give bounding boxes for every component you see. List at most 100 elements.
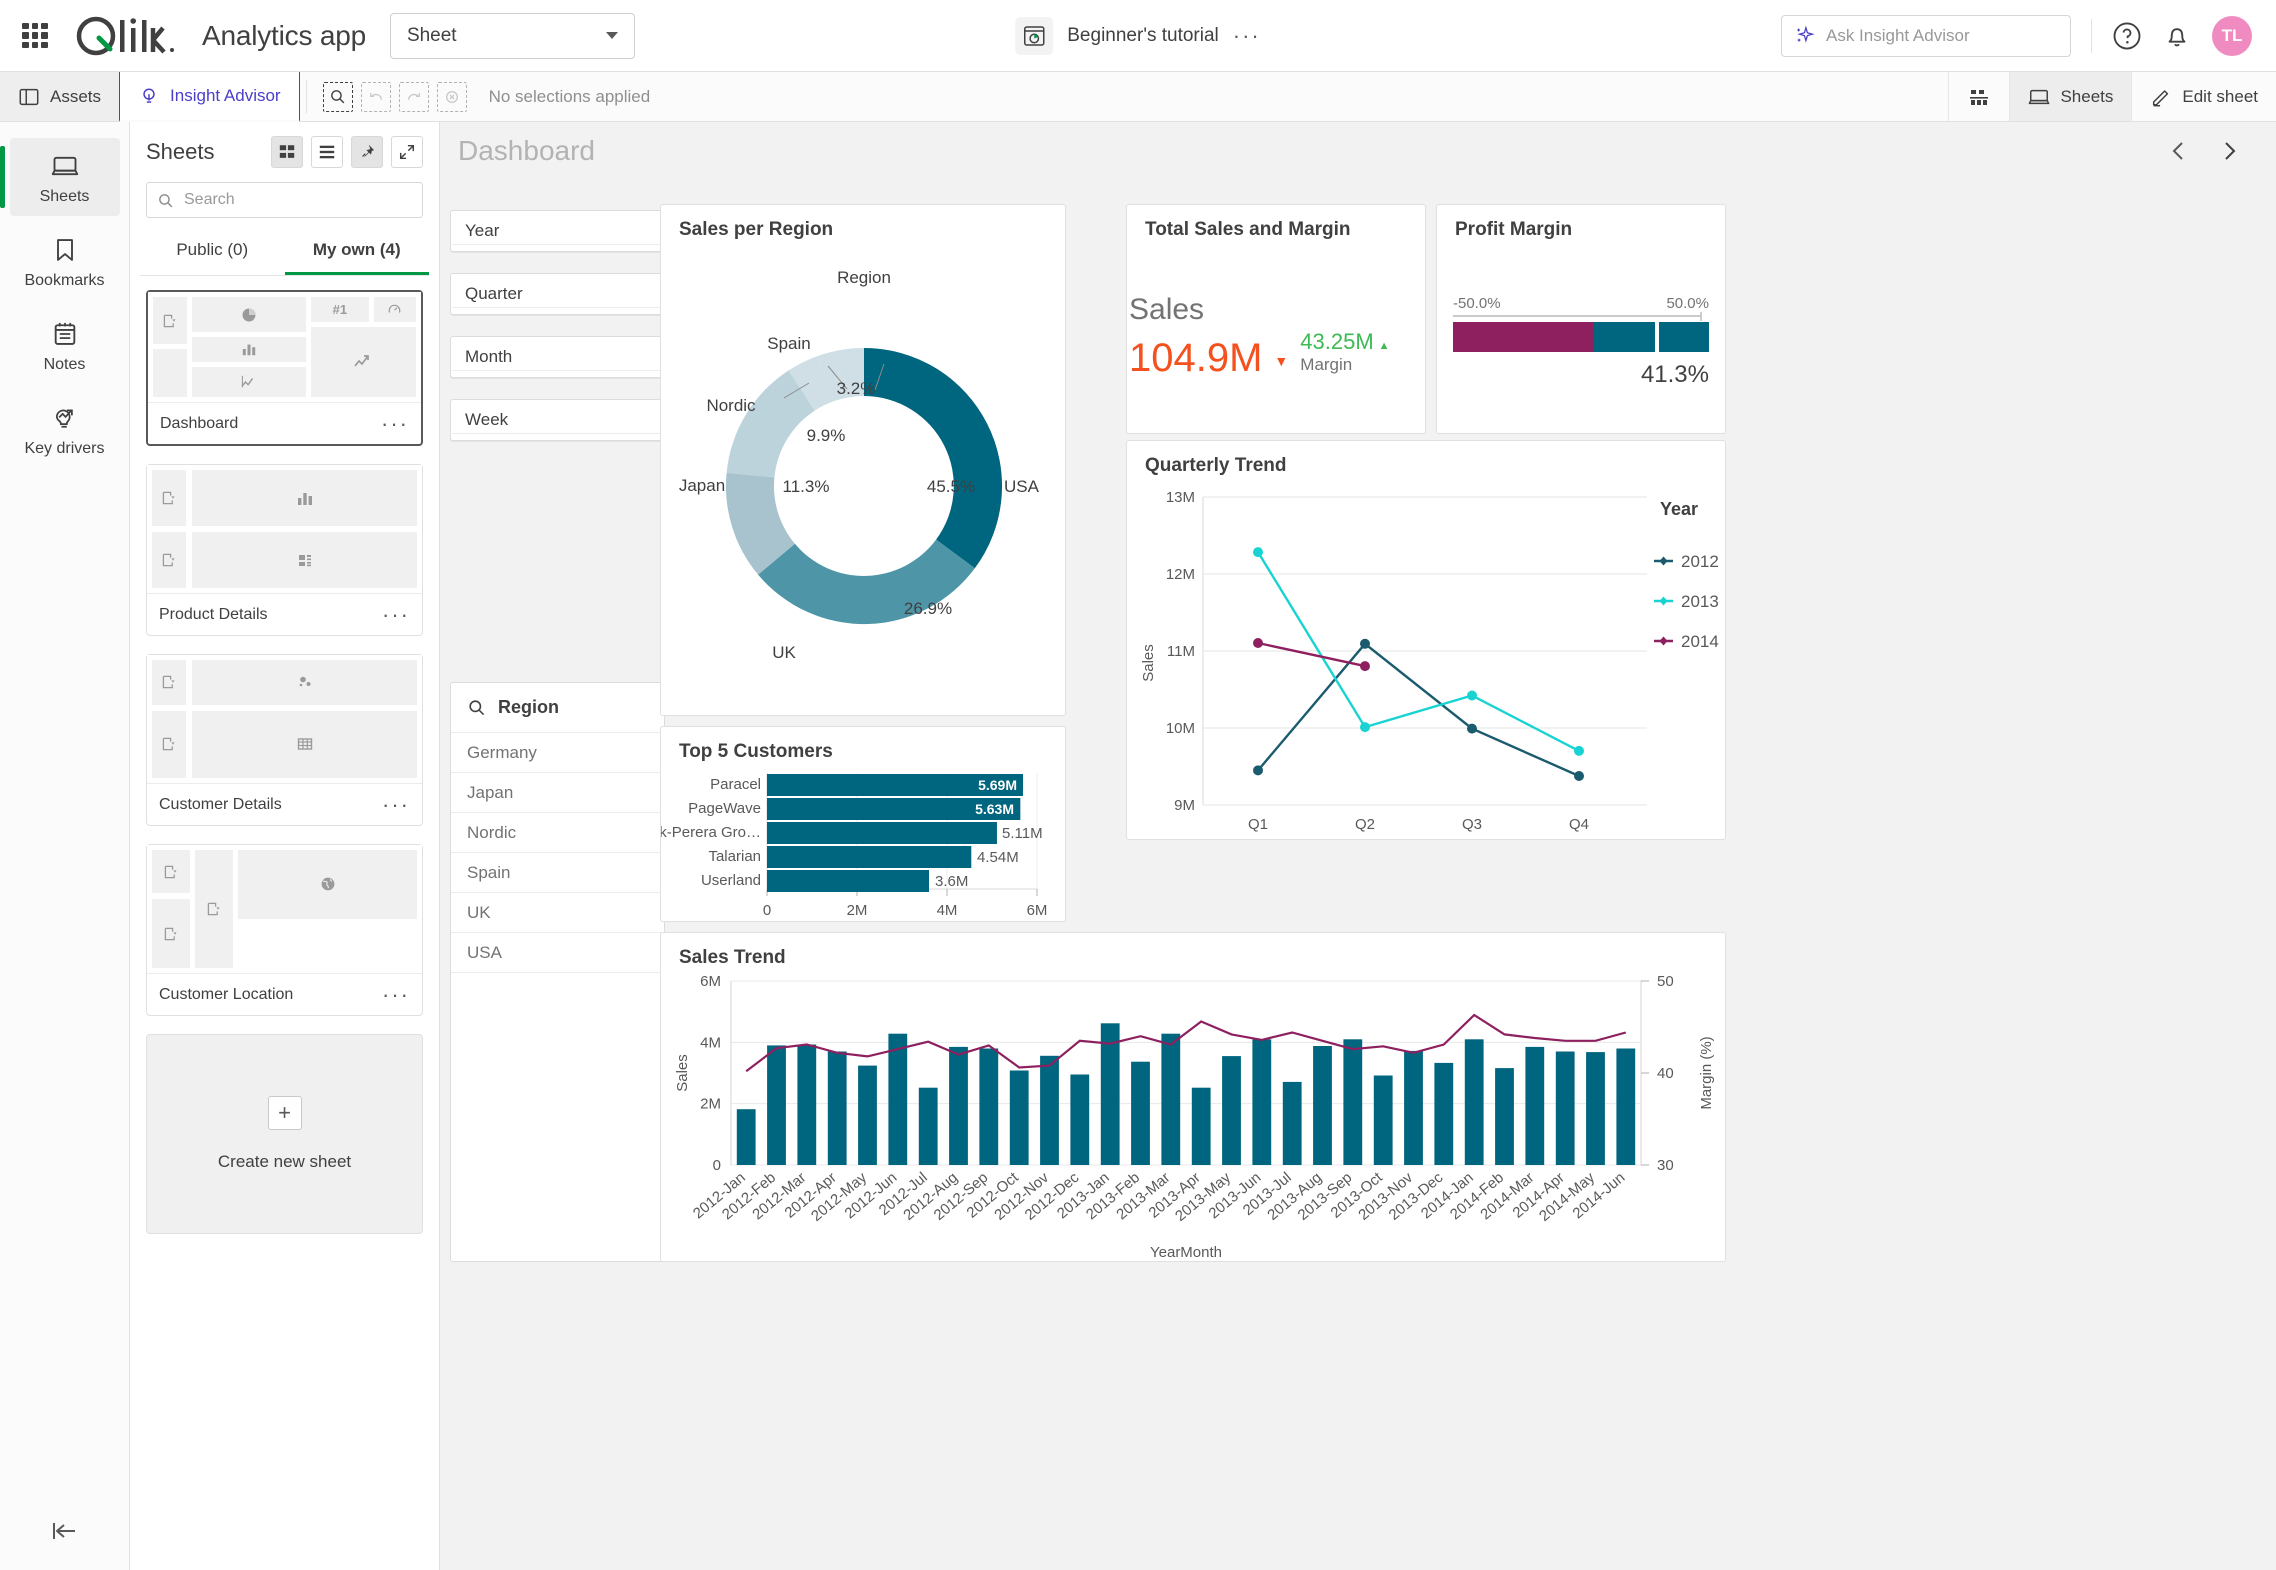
assets-button[interactable]: Assets	[0, 72, 120, 121]
series-point-2012[interactable]	[1360, 638, 1370, 649]
bar[interactable]	[1464, 1039, 1484, 1165]
legend-item-2013[interactable]: 2013	[1654, 592, 1719, 611]
app-grid-icon[interactable]	[22, 22, 48, 49]
sheet-card-customer-location[interactable]: Customer Location ···	[146, 844, 423, 1016]
series-point-2014[interactable]	[1360, 661, 1370, 672]
series-line-2014[interactable]	[1257, 641, 1366, 668]
help-icon[interactable]	[2112, 21, 2142, 51]
insight-advisor-tab[interactable]: Insight Advisor	[119, 71, 300, 122]
chart-top-5-customers[interactable]: Top 5 Customers Paracel 5.69M PageWave 5…	[632, 726, 1067, 923]
bar[interactable]	[827, 1051, 847, 1166]
sheet-card-product-details[interactable]: Product Details ···	[146, 464, 423, 636]
filter-pane-region[interactable]: Region Germany Japan Nordic Spain UK USA	[450, 682, 665, 1262]
bar[interactable]	[1222, 1056, 1241, 1165]
bar-chart-top-customers[interactable]: Paracel 5.69M PageWave 5.63M Deak-Perera…	[632, 763, 1067, 923]
bar[interactable]	[1009, 1070, 1029, 1166]
series-point-2013[interactable]	[1360, 722, 1370, 733]
sheets-button[interactable]: Sheets	[2009, 72, 2132, 121]
series-point-2012[interactable]	[1467, 723, 1477, 734]
bar[interactable]	[979, 1048, 999, 1166]
bar[interactable]	[1434, 1062, 1454, 1165]
kpi-profit-margin[interactable]: Profit Margin -50.0% 50.0% 41.3%	[1436, 204, 1726, 434]
sheet-card-menu[interactable]: ···	[382, 793, 410, 815]
line-chart-quarterly[interactable]: 9M 10M 11M 12M 13M Sales Q1 Q2 Q3 Q4 Yea…	[1127, 477, 1727, 837]
edit-sheet-button[interactable]: Edit sheet	[2131, 72, 2276, 121]
bar[interactable]	[767, 1045, 786, 1165]
bar[interactable]	[888, 1033, 908, 1165]
bar[interactable]	[949, 1046, 968, 1165]
series-point-2013[interactable]	[1467, 690, 1477, 701]
search-icon[interactable]	[467, 698, 486, 717]
margin-line[interactable]	[745, 1013, 1627, 1073]
document-menu-button[interactable]: ···	[1233, 24, 1261, 46]
list-view-button[interactable]	[311, 136, 343, 168]
series-point-2013[interactable]	[1253, 547, 1263, 558]
sidebar-item-notes[interactable]: Notes	[10, 306, 120, 384]
bar[interactable]	[1161, 1033, 1181, 1165]
collapse-panel-icon[interactable]	[51, 1519, 79, 1548]
combo-chart-sales-trend[interactable]: 02M4M6M3040502012-Jan2012-Feb2012-Mar201…	[661, 969, 1727, 1265]
filter-pane-week[interactable]: Week	[450, 399, 665, 441]
tab-my-own[interactable]: My own (4)	[284, 228, 429, 275]
chart-sales-trend[interactable]: Sales Trend 0 2M 4M 6M 30 40 50 2012-Jan 2012-Fe…	[660, 932, 1726, 1262]
bar[interactable]	[1313, 1046, 1332, 1165]
list-item[interactable]: Germany	[451, 732, 664, 772]
bar[interactable]	[1555, 1051, 1575, 1166]
legend-item-2012[interactable]: 2012	[1654, 552, 1719, 571]
sheets-search-input[interactable]: Search	[146, 182, 423, 218]
expand-panel-button[interactable]	[391, 136, 423, 168]
chart-quarterly-trend[interactable]: Quarterly Trend 9M 10M 11M 12M 13M Sales…	[1126, 440, 1726, 840]
kpi-total-sales-and-margin[interactable]: Total Sales and Margin Sales 104.9M ▼ 43…	[1126, 204, 1426, 434]
series-point-2013[interactable]	[1574, 745, 1584, 756]
sidebar-item-bookmarks[interactable]: Bookmarks	[10, 222, 120, 300]
filter-pane-quarter[interactable]: Quarter	[450, 273, 665, 315]
bar[interactable]	[767, 870, 929, 892]
next-sheet-icon[interactable]	[2218, 139, 2240, 163]
bar[interactable]	[1131, 1061, 1150, 1165]
grid-view-button[interactable]	[271, 136, 303, 168]
sheet-card-menu[interactable]: ···	[381, 412, 409, 434]
previous-sheet-icon[interactable]	[2168, 139, 2190, 163]
create-new-sheet-button[interactable]: + Create new sheet	[146, 1034, 423, 1234]
sheet-card-customer-details[interactable]: Customer Details ···	[146, 654, 423, 826]
selections-search-icon[interactable]	[322, 81, 353, 112]
bar[interactable]	[1070, 1074, 1090, 1166]
chart-sales-per-region[interactable]: Sales per Region Region 26.9% 45.5% 11.3…	[660, 204, 1066, 716]
bar[interactable]	[1586, 1052, 1605, 1165]
bar[interactable]	[1495, 1068, 1514, 1165]
pin-panel-button[interactable]	[351, 136, 383, 168]
ask-insight-advisor-input[interactable]: Ask Insight Advisor	[1781, 14, 2071, 57]
sheet-card-dashboard[interactable]: #1 Dashboard ···	[146, 290, 423, 446]
sheet-mode-selector[interactable]: Sheet	[389, 12, 635, 59]
series-point-2012[interactable]	[1574, 771, 1584, 781]
bar[interactable]	[797, 1044, 817, 1166]
bar[interactable]	[1525, 1046, 1545, 1165]
sidebar-item-sheets[interactable]: Sheets	[0, 138, 120, 216]
donut-slice-usa[interactable]	[864, 348, 1003, 569]
sheet-overview-button[interactable]	[1948, 72, 2009, 121]
sheet-card-menu[interactable]: ···	[382, 603, 410, 625]
list-item[interactable]: Spain	[451, 852, 664, 892]
bar[interactable]	[1616, 1048, 1636, 1166]
bar[interactable]	[1252, 1039, 1272, 1165]
list-item[interactable]: Japan	[451, 772, 664, 812]
user-avatar[interactable]: TL	[2212, 15, 2252, 56]
list-item[interactable]: USA	[451, 932, 664, 972]
bar[interactable]	[1040, 1055, 1059, 1165]
filter-pane-year[interactable]: Year	[450, 210, 665, 252]
series-point-2012[interactable]	[1253, 765, 1263, 776]
notifications-icon[interactable]	[2162, 21, 2192, 51]
bar[interactable]	[1373, 1075, 1393, 1166]
series-line-2012[interactable]	[1257, 642, 1580, 778]
bar[interactable]	[1191, 1087, 1211, 1165]
bar[interactable]	[767, 822, 997, 844]
legend-item-2014[interactable]: 2014	[1654, 632, 1719, 651]
bar[interactable]	[1343, 1039, 1363, 1165]
sidebar-item-key-drivers[interactable]: Key drivers	[10, 390, 120, 468]
bar[interactable]	[918, 1087, 938, 1165]
bar[interactable]	[767, 846, 972, 868]
list-item[interactable]: Nordic	[451, 812, 664, 852]
tab-public[interactable]: Public (0)	[140, 228, 285, 275]
filter-pane-month[interactable]: Month	[450, 336, 665, 378]
list-item[interactable]: UK	[451, 892, 664, 932]
